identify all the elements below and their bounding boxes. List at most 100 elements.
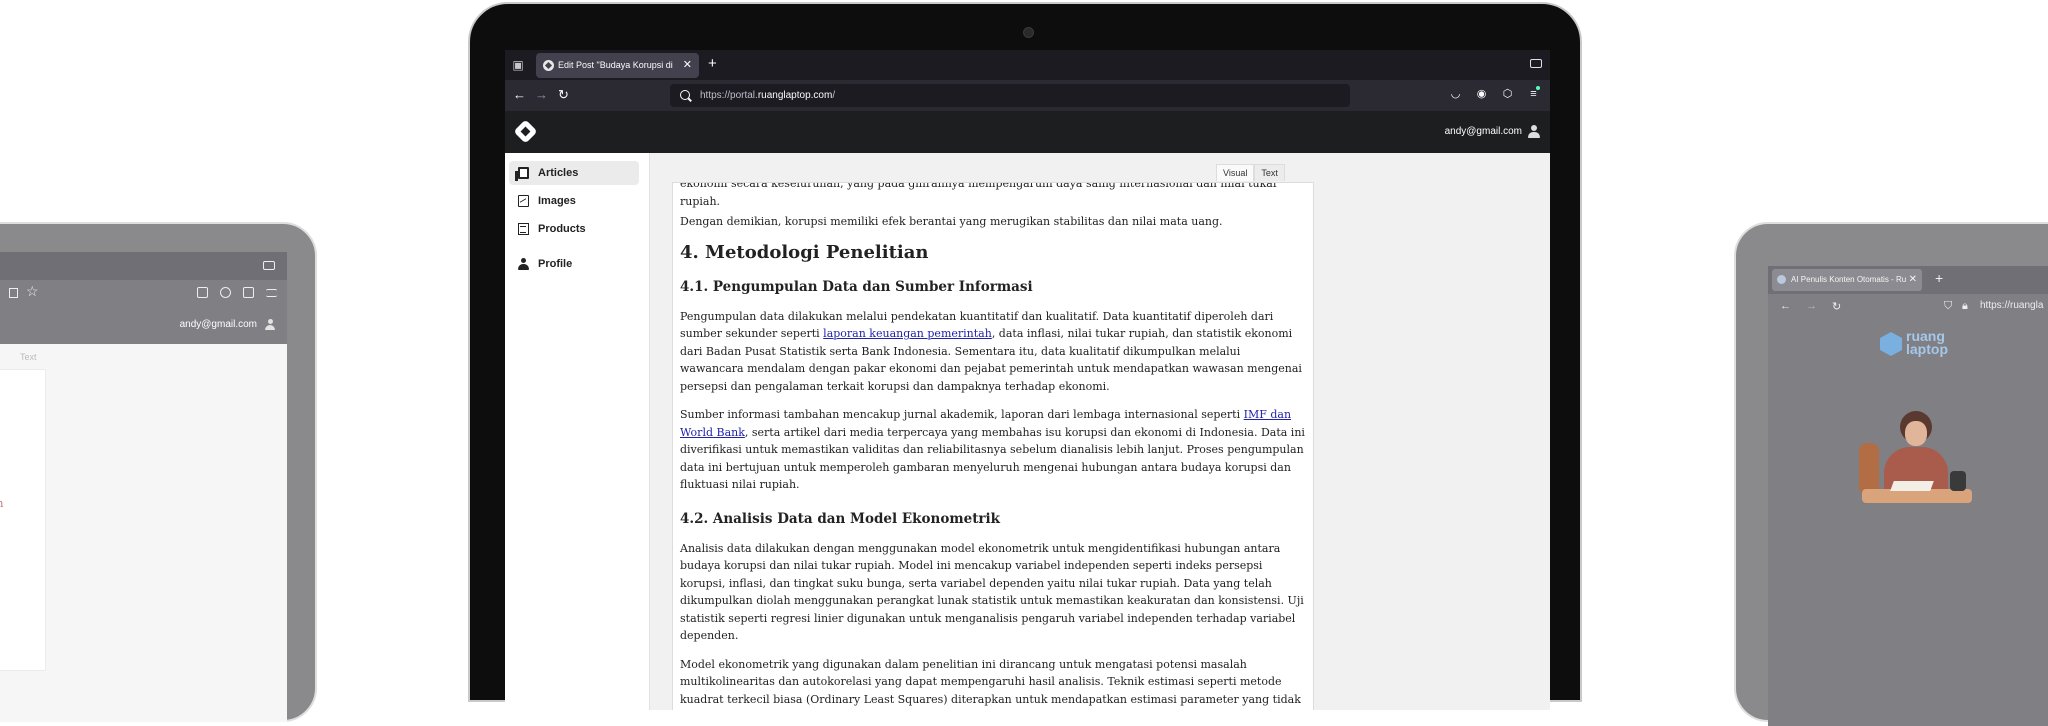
right-favicon-icon — [1777, 275, 1786, 284]
profile-icon — [518, 258, 529, 270]
sidebar-item-profile[interactable]: Profile — [509, 252, 639, 276]
url-text: https://portal.ruanglaptop.com/ — [700, 84, 835, 107]
editor-area: Visual Text ekonomi secara keseluruhan, … — [650, 153, 1550, 710]
article-body: ekonomi secara keseluruhan, yang pada gi… — [680, 182, 1307, 710]
back-arrow-icon[interactable]: ← — [513, 87, 526, 103]
left-star-icon: ☆ — [26, 283, 39, 299]
browser-toolbar-icons: ◡ ◉ ⬡ ≡ — [1449, 88, 1540, 101]
logo-hexagon-icon — [1880, 332, 1902, 356]
user-icon[interactable] — [1528, 125, 1540, 138]
forward-arrow-icon[interactable]: → — [535, 87, 548, 103]
left-pocket-icon — [197, 287, 208, 298]
browser-tab-active[interactable]: Edit Post "Budaya Korupsi di Ka ✕ — [536, 53, 699, 78]
right-tab-title: AI Penulis Konten Otomatis - Ru — [1791, 275, 1906, 284]
logo-line-2: laptop — [1906, 341, 1948, 357]
articles-icon — [515, 167, 529, 181]
article-editor-content[interactable]: ekonomi secara keseluruhan, yang pada gi… — [672, 182, 1314, 710]
sidebar-item-images[interactable]: Images — [509, 189, 639, 213]
right-laptop-mockup: AI Penulis Konten Otomatis - Ru ✕ + ← → … — [1734, 222, 2048, 726]
left-fragment-text: k egakan ering — [0, 478, 3, 529]
sidebar-item-articles[interactable]: Articles — [509, 161, 639, 185]
paragraph-text: , serta artikel dari media terpercaya ya… — [680, 425, 1305, 492]
account-icon[interactable]: ◉ — [1475, 88, 1488, 101]
paragraph-cutoff: ekonomi secara keseluruhan, yang pada gi… — [680, 182, 1279, 208]
left-editor-area: Text k egakan ering — [0, 344, 287, 722]
right-forward-icon: → — [1806, 300, 1817, 312]
left-account-icon — [220, 287, 231, 298]
sidebar: Articles Images Products Profile — [505, 153, 650, 710]
right-page-body: ruang laptop — [1768, 321, 2048, 726]
left-nav-bar: ☆ — [0, 280, 287, 306]
illustration-inkpot — [1950, 471, 1966, 491]
left-fragment-line: ering — [0, 512, 3, 529]
sidebar-item-products[interactable]: Products — [509, 217, 639, 241]
url-prefix: https://portal. — [700, 90, 758, 101]
site-favicon-icon — [543, 60, 554, 71]
url-bar[interactable]: https://portal.ruanglaptop.com/ — [670, 84, 1350, 107]
window-manager-icon[interactable] — [1530, 59, 1542, 68]
app-logo-icon[interactable] — [513, 119, 538, 144]
extensions-icon[interactable]: ⬡ — [1501, 88, 1514, 101]
link-laporan-keuangan[interactable]: laporan keuangan pemerintah — [823, 327, 992, 340]
left-extension-icon — [243, 287, 254, 298]
search-icon — [680, 90, 690, 100]
illustration-face — [1905, 421, 1927, 446]
writer-illustration — [1859, 409, 1972, 524]
pocket-icon[interactable]: ◡ — [1449, 88, 1462, 101]
right-reload-icon: ↻ — [1832, 301, 1842, 313]
paragraph-analisis: Analisis data dilakukan dengan menggunak… — [680, 541, 1304, 643]
center-laptop-screen: ▣ Edit Post "Budaya Korupsi di Ka ✕ + ← … — [505, 50, 1550, 710]
reload-icon[interactable]: ↻ — [558, 87, 569, 103]
paragraph-sumber-informasi: Sumber informasi tambahan mencakup jurna… — [680, 406, 1307, 494]
heading-analisis-data: 4.2. Analisis Data dan Model Ekonometrik — [680, 510, 1001, 527]
paragraph-model: Model ekonometrik yang digunakan dalam p… — [680, 657, 1301, 706]
right-tab-close-icon: ✕ — [1908, 274, 1917, 285]
left-laptop-mockup: ☆ andy@gmail.com Text k egakan ering — [0, 222, 317, 722]
sidebar-item-label: Articles — [538, 167, 579, 179]
illustration-paper — [1890, 481, 1934, 491]
browser-nav-bar: ← → ↻ https://portal.ruanglaptop.com/ ◡ … — [505, 80, 1550, 111]
tab-visual[interactable]: Visual — [1216, 164, 1255, 181]
right-browser-tab: AI Penulis Konten Otomatis - Ru ✕ — [1772, 269, 1922, 291]
url-domain: ruanglaptop.com — [757, 90, 833, 101]
new-tab-plus-icon[interactable]: + — [708, 55, 717, 72]
right-laptop-screen: AI Penulis Konten Otomatis - Ru ✕ + ← → … — [1768, 266, 2048, 726]
ruanglaptop-logo: ruang laptop — [1880, 329, 1970, 359]
editor-mode-tabs: Visual Text — [1216, 164, 1285, 181]
right-shield-icon: ⛉ — [1944, 300, 1953, 312]
url-suffix: / — [832, 90, 836, 101]
sidebar-item-label: Products — [538, 223, 586, 235]
left-toolbar-icons — [197, 287, 277, 298]
right-tab-bar: AI Penulis Konten Otomatis - Ru ✕ + — [1768, 266, 2048, 294]
left-document: k egakan ering — [0, 369, 46, 671]
tab-text[interactable]: Text — [1254, 164, 1285, 181]
right-url-text: https://ruangla — [1980, 300, 2044, 311]
left-menu-icon — [266, 289, 277, 297]
user-email[interactable]: andy@gmail.com — [1445, 111, 1522, 153]
webcam-icon — [1023, 27, 1034, 38]
left-tab-bar — [0, 252, 287, 280]
right-back-icon: ← — [1780, 300, 1791, 312]
left-text-tab: Text — [20, 352, 37, 362]
paragraph-pengumpulan: Pengumpulan data dilakukan melalui pende… — [680, 308, 1307, 396]
heading-pengumpulan-data: 4.1. Pengumpulan Data dan Sumber Informa… — [680, 278, 1033, 295]
center-laptop-mockup: ▣ Edit Post "Budaya Korupsi di Ka ✕ + ← … — [468, 2, 1582, 710]
left-user-icon — [265, 319, 275, 330]
tab-close-icon[interactable]: ✕ — [683, 53, 692, 78]
illustration-chair — [1859, 443, 1879, 495]
tab-list-icon[interactable]: ▣ — [510, 57, 526, 73]
left-app-header: andy@gmail.com — [0, 306, 287, 344]
images-icon — [518, 195, 529, 207]
illustration-desk — [1862, 489, 1972, 503]
left-fragment-line: k — [0, 478, 3, 495]
right-new-tab-icon: + — [1935, 270, 1944, 286]
right-nav-bar: ← → ↻ ⛉ 🔒︎ https://ruangla — [1768, 294, 2048, 321]
paragraph-intro: Dengan demikian, korupsi memiliki efek b… — [680, 215, 1223, 228]
sidebar-item-label: Profile — [538, 258, 573, 270]
browser-tab-bar: ▣ Edit Post "Budaya Korupsi di Ka ✕ + — [505, 50, 1550, 80]
left-window-icon — [263, 261, 275, 270]
logo-wordmark: ruang laptop — [1906, 329, 1948, 357]
products-icon — [518, 223, 529, 235]
paragraph-text: Sumber informasi tambahan mencakup jurna… — [680, 408, 1244, 421]
left-reader-icon — [9, 288, 18, 298]
